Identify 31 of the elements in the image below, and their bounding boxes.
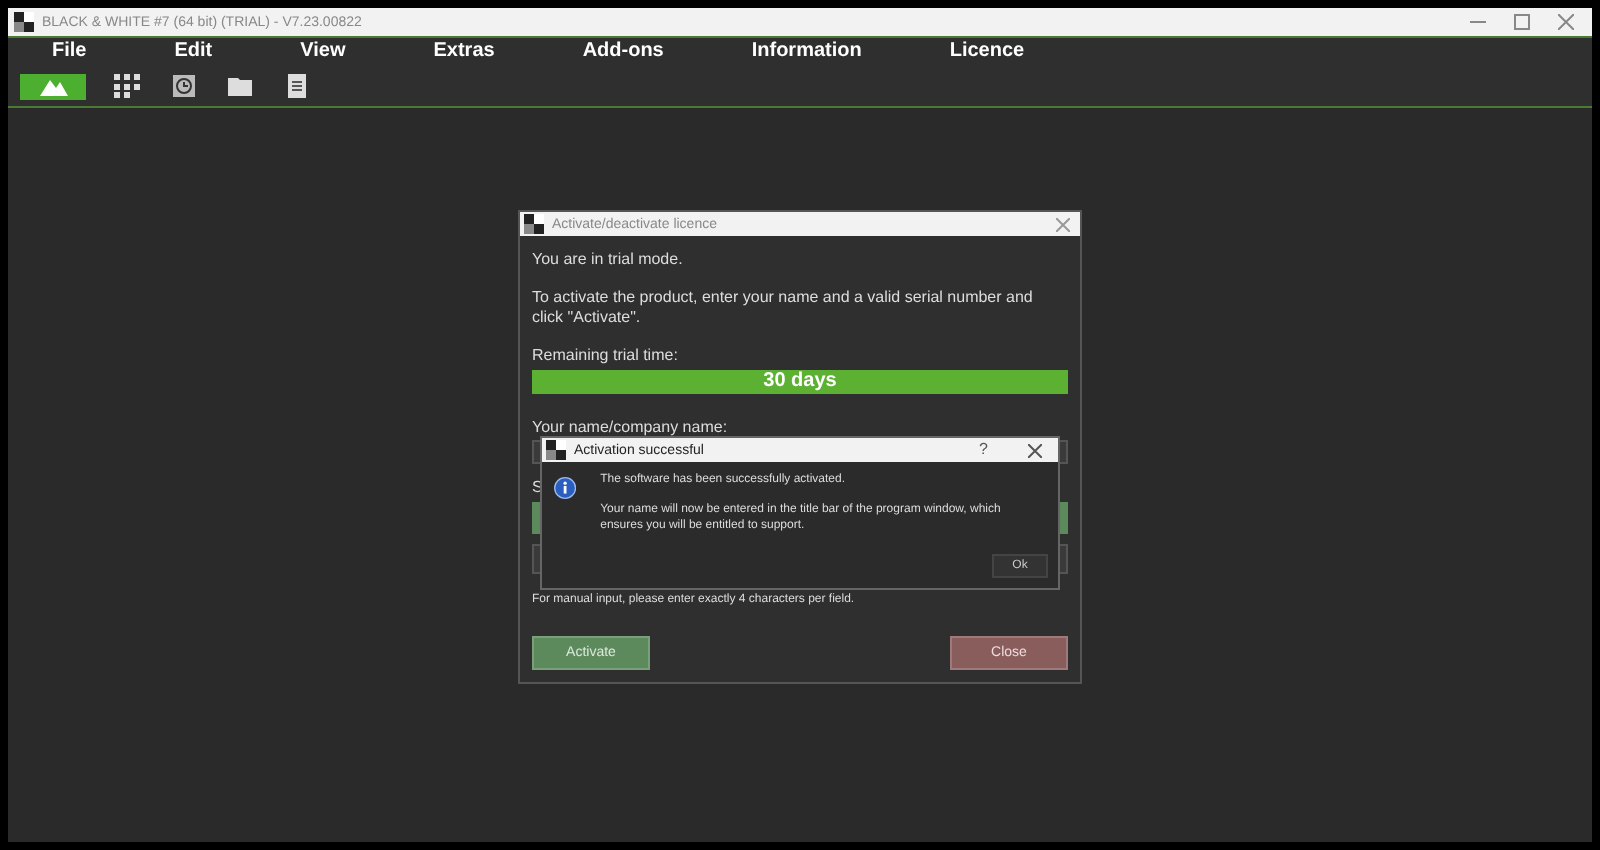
menu-item[interactable]: Licence [905,42,1069,62]
instructions: To activate the product, enter your name and a valid serial number and click "Activate". [532,288,1035,328]
close-icon[interactable] [1558,14,1574,30]
mountain-icon [39,76,67,96]
app-logo-icon [524,214,544,234]
clock-icon [172,74,196,98]
folder-icon [228,76,252,96]
toolbar-button[interactable] [282,73,310,99]
menu-item[interactable]: Extras [389,42,539,62]
document-icon [287,74,305,98]
close-icon[interactable] [1028,443,1042,457]
maximize-icon[interactable] [1514,14,1530,30]
menu-item[interactable]: Add-ons [538,42,708,62]
info-icon [554,472,577,504]
menu-item[interactable]: Information [707,42,906,62]
app-logo-icon [14,12,34,32]
remaining-days: 30 days [532,370,1068,394]
toolbar-button[interactable] [170,73,198,99]
toolbar-button[interactable] [114,73,142,99]
trial-note: You are in trial mode. [532,250,685,270]
grid-icon [114,74,142,98]
menu-item[interactable]: Edit [130,42,257,62]
toolbar-button[interactable] [226,73,254,99]
serial-bar-edge [1060,502,1068,534]
toolbar-button[interactable] [20,73,86,99]
menu-item[interactable]: View [256,42,390,62]
serial-bar-edge [532,502,540,534]
help-button[interactable]: ? [979,442,988,458]
remaining-label: Remaining trial time: [532,346,680,366]
name-label: Your name/company name: [532,418,730,438]
menu-item[interactable]: File [8,42,131,62]
